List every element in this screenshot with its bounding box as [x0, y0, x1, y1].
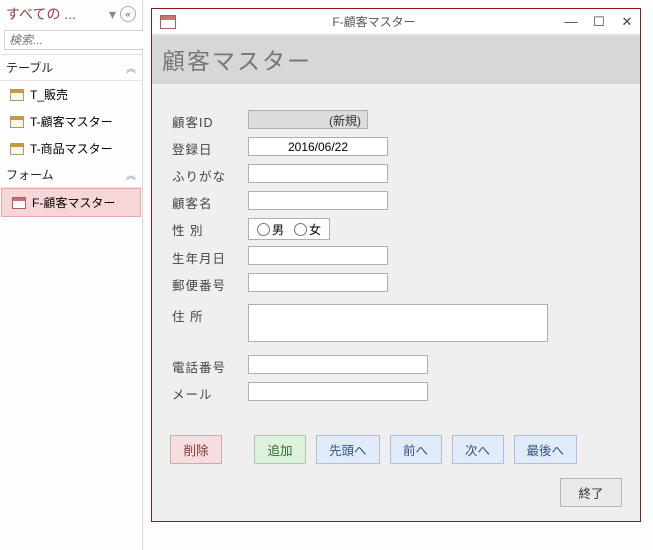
birth-input[interactable] — [248, 246, 388, 265]
form-body: 顧客マスター 顧客ID (新規) 登録日 ふりがな 顧客名 — [152, 35, 640, 521]
nav-header: すべての ... ▾ « — [0, 0, 142, 28]
prev-button[interactable]: 前へ — [390, 435, 442, 464]
label-phone: 電話番号 — [172, 355, 248, 376]
gender-male-option[interactable]: 男 — [257, 221, 284, 238]
nav-item-label: T-商品マスター — [30, 140, 113, 157]
nav-group-tables[interactable]: テーブル ︽ — [0, 55, 142, 81]
search-row — [0, 28, 142, 55]
nav-title: すべての ... — [6, 4, 109, 24]
mail-input[interactable] — [248, 382, 428, 401]
nav-item-t-hanbai[interactable]: T_販売 — [0, 81, 142, 108]
nav-dropdown-icon[interactable]: ▾ — [109, 6, 116, 23]
furigana-input[interactable] — [248, 164, 388, 183]
nav-item-t-customer[interactable]: T-顧客マスター — [0, 108, 142, 135]
record-nav-row: 削除 追加 先頭へ 前へ 次へ 最後へ — [152, 421, 640, 470]
form-icon — [12, 197, 26, 209]
form-icon — [160, 15, 176, 29]
form-banner: 顧客マスター — [152, 36, 640, 84]
customer-id-field: (新規) — [248, 110, 368, 129]
nav-item-label: F-顧客マスター — [32, 194, 115, 211]
customer-name-input[interactable] — [248, 191, 388, 210]
label-gender: 性 別 — [172, 218, 248, 239]
phone-input[interactable] — [248, 355, 428, 374]
window-titlebar: F-顧客マスター — ☐ ✕ — [152, 9, 640, 35]
nav-item-t-product[interactable]: T-商品マスター — [0, 135, 142, 162]
gender-female-option[interactable]: 女 — [294, 221, 321, 238]
first-button[interactable]: 先頭へ — [316, 435, 380, 464]
label-furigana: ふりがな — [172, 164, 248, 185]
maximize-icon[interactable]: ☐ — [592, 14, 606, 30]
navigation-pane: すべての ... ▾ « テーブル ︽ T_販売 T-顧客マスター T-商品マス… — [0, 0, 143, 550]
address-input[interactable] — [248, 304, 548, 342]
next-button[interactable]: 次へ — [452, 435, 504, 464]
minimize-icon[interactable]: — — [564, 14, 578, 30]
nav-group-forms[interactable]: フォーム ︽ — [0, 162, 142, 188]
add-button[interactable]: 追加 — [254, 435, 306, 464]
label-customer-id: 顧客ID — [172, 110, 248, 131]
delete-button[interactable]: 削除 — [170, 435, 222, 464]
group-label: フォーム — [6, 166, 54, 183]
form-window: F-顧客マスター — ☐ ✕ 顧客マスター 顧客ID (新規) 登録日 ふりがな — [151, 8, 641, 522]
group-label: テーブル — [6, 59, 53, 76]
close-button[interactable]: 終了 — [560, 478, 622, 507]
zip-input[interactable] — [248, 273, 388, 292]
label-birth: 生年月日 — [172, 246, 248, 267]
label-address: 住 所 — [172, 304, 248, 325]
register-date-input[interactable] — [248, 137, 388, 156]
label-register-date: 登録日 — [172, 137, 248, 158]
nav-item-label: T_販売 — [30, 86, 68, 103]
nav-item-label: T-顧客マスター — [30, 113, 113, 130]
table-icon — [10, 116, 24, 128]
label-customer-name: 顧客名 — [172, 191, 248, 212]
table-icon — [10, 143, 24, 155]
gender-group: 男 女 — [248, 218, 330, 240]
label-zip: 郵便番号 — [172, 273, 248, 294]
window-title: F-顧客マスター — [184, 13, 564, 30]
nav-collapse-icon[interactable]: « — [120, 6, 136, 22]
table-icon — [10, 89, 24, 101]
chevron-up-icon: ︽ — [126, 60, 136, 75]
close-icon[interactable]: ✕ — [620, 14, 634, 30]
main-area: F-顧客マスター — ☐ ✕ 顧客マスター 顧客ID (新規) 登録日 ふりがな — [143, 0, 653, 550]
last-button[interactable]: 最後へ — [514, 435, 578, 464]
chevron-up-icon: ︽ — [126, 167, 136, 182]
label-mail: メール — [172, 382, 248, 403]
nav-item-f-customer[interactable]: F-顧客マスター — [1, 188, 141, 217]
